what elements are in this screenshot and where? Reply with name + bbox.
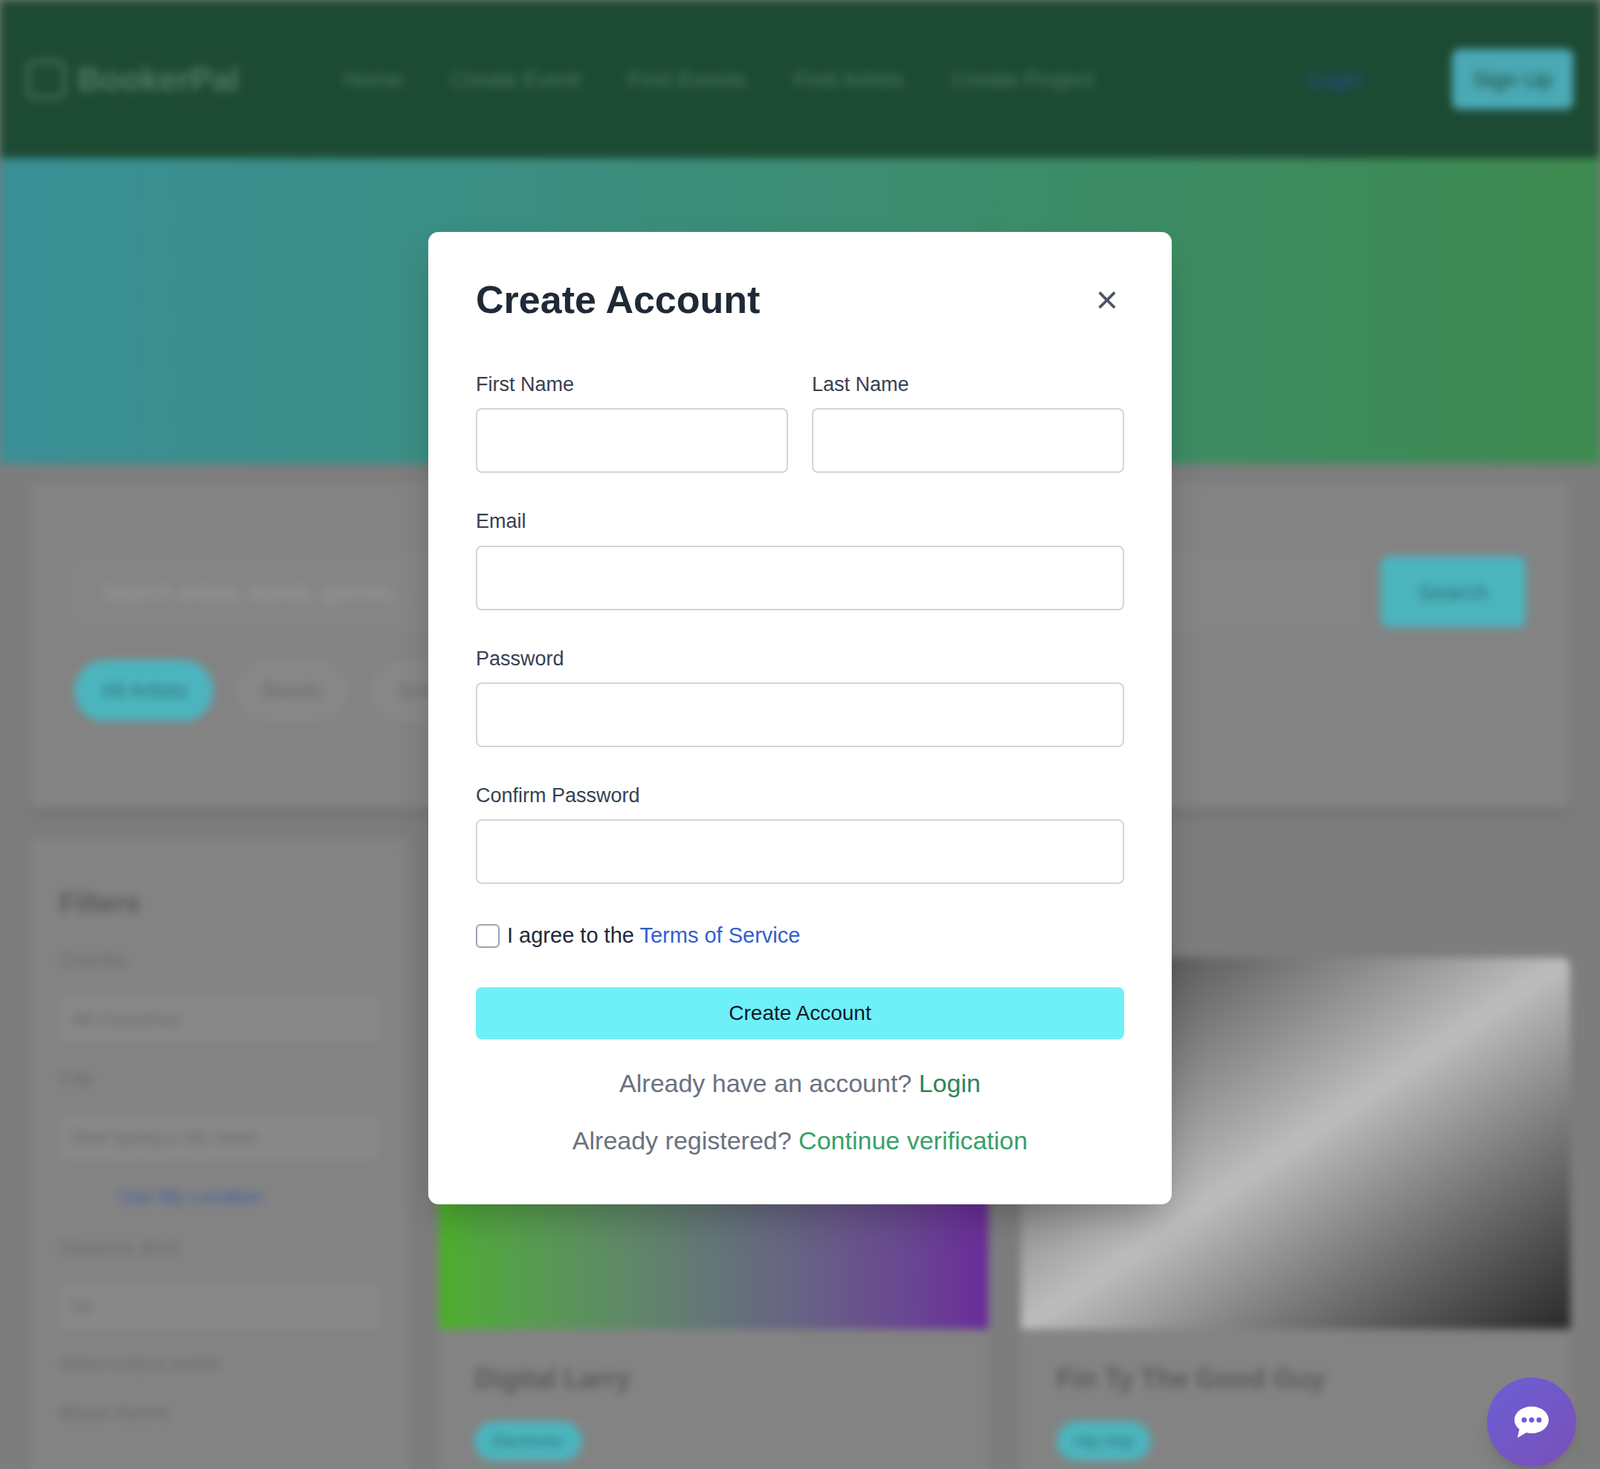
filter-chip[interactable]: All Artists [74, 660, 214, 722]
nav-link[interactable]: Find Artists [793, 62, 904, 96]
field-label: First Name [475, 371, 789, 398]
artist-tag: Electronic [474, 1421, 583, 1461]
form-field: Email [475, 508, 1125, 610]
logo[interactable]: BookerPal [26, 55, 240, 105]
city-input[interactable]: Start typing a city name [59, 1115, 380, 1160]
filters-sidebar: FiltersCountryAll CountriesCityStart typ… [29, 838, 409, 1469]
nav-link[interactable]: Home [343, 62, 403, 96]
page: BookerPal Home Create Event Find Events Find… [0, 0, 1600, 1469]
login-prompt: Already have an account? Login [619, 1064, 981, 1103]
form-field: Password [475, 646, 1125, 748]
chat-button[interactable] [1486, 1377, 1577, 1467]
create-account-button[interactable]: Create Account [475, 987, 1125, 1040]
artist-name: Digital Larry [474, 1359, 953, 1400]
nav-link[interactable]: Create Project [951, 62, 1095, 96]
field-label: Email [475, 508, 1125, 535]
modal-title: Create Account [475, 276, 760, 323]
filter-chip[interactable]: Bands [235, 660, 348, 722]
field-label: Password [475, 646, 1125, 673]
text-input[interactable] [811, 408, 1125, 473]
nav-links: Home Create Event Find Events Find Artists C… [343, 62, 1095, 96]
nav-link[interactable]: Create Event [450, 62, 581, 96]
artist-tag: Hip Hop [1056, 1421, 1151, 1461]
modal-overlay: Create Account × First Name Last Name Email P… [0, 0, 1600, 1469]
chat-icon [1513, 1405, 1551, 1440]
text-input[interactable] [475, 819, 1125, 885]
login-link[interactable]: Login [918, 1069, 981, 1098]
logo-icon [26, 60, 66, 99]
verify-link[interactable]: Continue verification [798, 1126, 1028, 1155]
field-label: Last Name [811, 371, 1125, 398]
distance-input[interactable]: 50 [59, 1284, 380, 1330]
terms-row: I agree to the Terms of Service [475, 919, 1125, 953]
form-field: First Name [475, 371, 789, 473]
nav-link[interactable]: Find Events [628, 62, 746, 96]
verify-prompt: Already registered? Continue verificatio… [572, 1121, 1028, 1160]
form-field: Confirm Password [475, 782, 1125, 885]
search-button[interactable]: Search [1380, 556, 1526, 628]
terms-checkbox[interactable] [475, 924, 500, 948]
field-label: Confirm Password [475, 782, 1125, 809]
text-input[interactable] [475, 545, 1125, 611]
login-link[interactable]: Login [1308, 62, 1363, 96]
signup-button[interactable]: Sign Up [1452, 49, 1574, 110]
close-button[interactable]: × [1089, 280, 1125, 319]
terms-link[interactable]: Terms of Service [639, 923, 800, 948]
text-input[interactable] [475, 682, 1125, 748]
top-nav: BookerPal Home Create Event Find Events Find… [0, 0, 1600, 159]
location-link[interactable]: Use My Location [118, 1182, 380, 1212]
country-select[interactable]: All Countries [59, 997, 380, 1042]
form-field: Last Name [811, 371, 1125, 473]
text-input[interactable] [475, 408, 789, 473]
artist-name: Fin Ty The Good Guy [1056, 1359, 1535, 1400]
create-account-modal: Create Account × First Name Last Name Email P… [428, 231, 1172, 1205]
